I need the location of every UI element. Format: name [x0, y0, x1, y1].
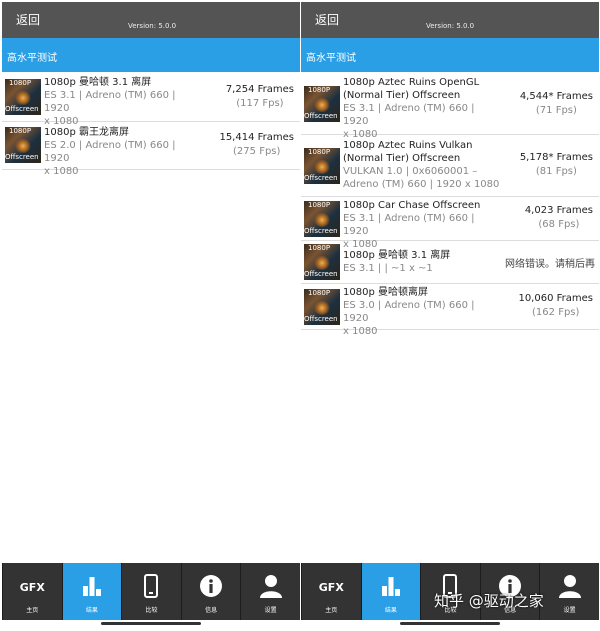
test-thumbnail: 1080P Offscreen [304, 86, 340, 122]
fps-value: (81 Fps) [535, 166, 577, 177]
gfx-logo-icon: GFX [318, 581, 344, 594]
nav-results[interactable]: 结果 [61, 563, 122, 620]
test-details: Adreno (TM) 660 | 1920 x 1080 [343, 179, 500, 190]
phone-icon [144, 574, 159, 598]
test-thumbnail: 1080P Offscreen [5, 79, 41, 115]
right-screen: 返回 Version: 5.0.0 高水平测试 1080P Offscreen … [301, 2, 599, 630]
score: 4,023 Frames (68 Fps) [525, 204, 593, 232]
test-title-line2: (Normal Tier) Offscreen [343, 90, 461, 101]
result-row[interactable]: 1080P Offscreen 1080p 曼哈顿离屏 ES 3.0 | Adr… [301, 284, 599, 337]
info-icon [200, 575, 223, 597]
section-title: 高水平测试 [306, 53, 356, 64]
nav-settings[interactable]: 设置 [240, 563, 300, 620]
nav-compare[interactable]: 比较 [121, 563, 181, 620]
home-indicator [400, 622, 500, 625]
test-details: ES 3.1 | Adreno (TM) 660 | 1920 [343, 213, 475, 237]
score: 15,414 Frames (275 Fps) [219, 131, 294, 159]
test-title: 1080p Car Chase Offscreen [343, 200, 481, 211]
bar-chart-icon [82, 577, 101, 596]
score: 4,544* Frames (71 Fps) [520, 90, 593, 118]
test-details: ES 3.1 | Adreno (TM) 660 | 1920 [343, 103, 475, 127]
section-header: 高水平测试 [2, 38, 300, 72]
user-icon [558, 575, 581, 598]
version-label: Version: 5.0.0 [426, 22, 475, 30]
test-thumbnail: 1080P Offscreen [304, 148, 340, 184]
frames-value: 4,544* Frames [519, 91, 593, 102]
nav-home[interactable]: GFX 主页 [301, 563, 361, 620]
top-bar: 返回 Version: 5.0.0 [301, 2, 599, 38]
section-title: 高水平测试 [7, 53, 57, 64]
fps-value: (117 Fps) [236, 98, 284, 109]
test-details: ES 3.1 | | ~1 x ~1 [343, 263, 433, 274]
fps-value: (275 Fps) [233, 146, 281, 157]
result-row[interactable]: 1080P Offscreen 1080p 霸王龙离屏 ES 2.0 | Adr… [2, 122, 300, 177]
gfx-logo-icon: GFX [19, 581, 45, 594]
top-bar: 返回 Version: 5.0.0 [2, 2, 300, 38]
test-title: 1080p 曼哈顿 3.1 离屏 [343, 250, 451, 261]
frames-value: 4,023 Frames [524, 205, 593, 216]
home-indicator [101, 622, 201, 625]
test-details: ES 2.0 | Adreno (TM) 660 | 1920 [44, 140, 176, 164]
result-row[interactable]: 1080P Offscreen 1080p Aztec Ruins Vulkan… [301, 135, 599, 197]
user-icon [259, 575, 282, 598]
test-details: ES 3.1 | Adreno (TM) 660 | 1920 [44, 90, 176, 114]
test-title: 1080p Aztec Ruins OpenGL [343, 77, 480, 88]
nav-results[interactable]: 结果 [360, 563, 421, 620]
error-message: 网络错误。请稍后再 [505, 259, 595, 270]
score: 网络错误。请稍后再 [505, 255, 595, 270]
frames-value: 15,414 Frames [219, 132, 294, 143]
fps-value: (71 Fps) [535, 105, 577, 116]
fps-value: (68 Fps) [538, 219, 580, 230]
test-details: x 1080 [343, 326, 378, 337]
result-row[interactable]: 1080P Offscreen 1080p 曼哈顿 3.1 离屏 ES 3.1 … [301, 241, 599, 284]
test-details: x 1080 [44, 166, 79, 177]
nav-settings[interactable]: 设置 [539, 563, 599, 620]
test-thumbnail: 1080P Offscreen [304, 289, 340, 325]
test-details: VULKAN 1.0 | 0x6060001 – [343, 166, 478, 177]
frames-value: 5,178* Frames [519, 152, 593, 163]
nav-home[interactable]: GFX 主页 [2, 563, 62, 620]
test-thumbnail: 1080P Offscreen [5, 127, 41, 163]
result-row[interactable]: 1080P Offscreen 1080p Car Chase Offscree… [301, 197, 599, 250]
version-label: Version: 5.0.0 [128, 22, 177, 30]
test-title: 1080p 曼哈顿离屏 [343, 287, 428, 298]
test-title-line2: (Normal Tier) Offscreen [343, 153, 461, 164]
score: 5,178* Frames (81 Fps) [520, 151, 593, 179]
fps-value: (162 Fps) [532, 307, 580, 318]
test-title: 1080p 曼哈顿 3.1 离屏 [44, 77, 152, 88]
score: 7,254 Frames (117 Fps) [226, 83, 294, 111]
test-title: 1080p Aztec Ruins Vulkan [343, 140, 473, 151]
back-button[interactable]: 返回 [315, 11, 339, 28]
score: 10,060 Frames (162 Fps) [518, 292, 593, 320]
bottom-nav: GFX 主页 结果 比较 信息 设置 [2, 563, 300, 620]
watermark: 知乎 @驱动之家 [434, 592, 544, 610]
test-title: 1080p 霸王龙离屏 [44, 127, 129, 138]
frames-value: 10,060 Frames [518, 293, 593, 304]
result-row[interactable]: 1080P Offscreen 1080p Aztec Ruins OpenGL… [301, 72, 599, 140]
test-thumbnail: 1080P Offscreen [304, 244, 340, 280]
nav-info[interactable]: 信息 [180, 563, 241, 620]
left-screen: 返回 Version: 5.0.0 高水平测试 1080P Offscreen … [2, 2, 300, 630]
bar-chart-icon [381, 577, 400, 596]
back-button[interactable]: 返回 [16, 11, 40, 28]
section-header: 高水平测试 [301, 38, 599, 72]
test-thumbnail: 1080P Offscreen [304, 201, 340, 237]
frames-value: 7,254 Frames [225, 84, 294, 95]
result-row[interactable]: 1080P Offscreen 1080p 曼哈顿 3.1 离屏 ES 3.1 … [2, 72, 300, 127]
test-details: ES 3.0 | Adreno (TM) 660 | 1920 [343, 300, 475, 324]
